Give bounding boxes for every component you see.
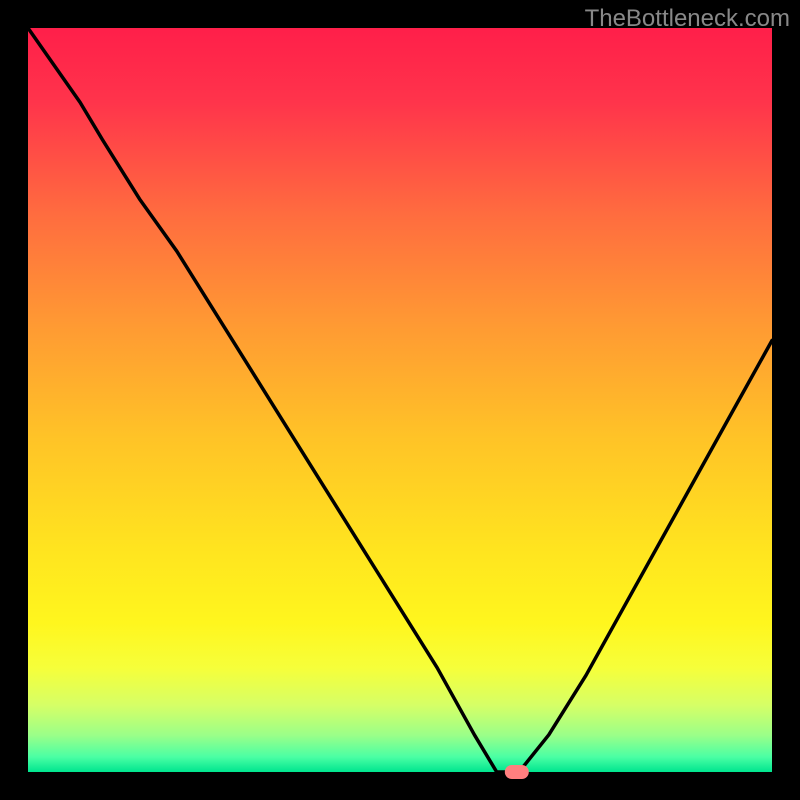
- minimum-marker: [505, 765, 529, 779]
- plot-area: [14, 14, 786, 786]
- watermark-text: TheBottleneck.com: [585, 5, 790, 33]
- chart-container: TheBottleneck.com: [0, 0, 800, 800]
- plot-background: [28, 28, 772, 772]
- chart-svg: [0, 0, 800, 800]
